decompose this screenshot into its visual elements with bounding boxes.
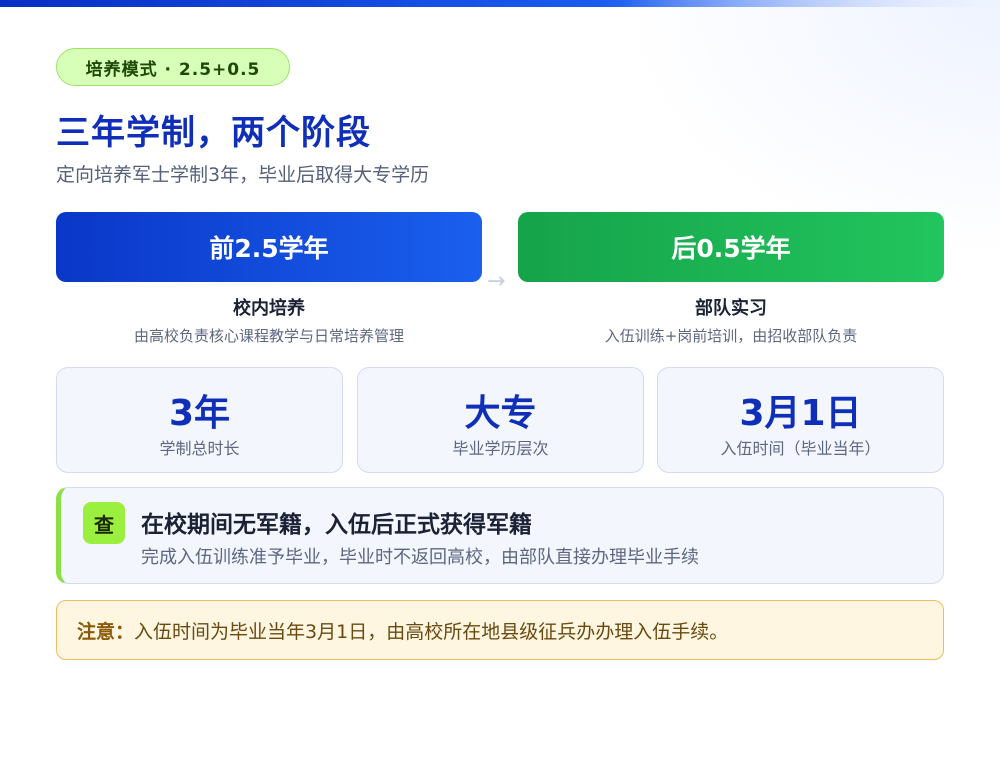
check-icon: 查 <box>83 502 125 544</box>
notice-label: 注意： <box>77 620 135 643</box>
phase-1-banner: 前2.5学年 <box>56 212 482 282</box>
notice-box: 注意： 入伍时间为毕业当年3月1日，由高校所在地县级征兵办办理入伍手续。 <box>56 600 944 660</box>
stat-value: 大专 <box>464 393 537 434</box>
callout-title: 在校期间无军籍，入伍后正式获得军籍 <box>141 512 532 538</box>
stat-label: 毕业学历层次 <box>452 439 549 458</box>
stat-label: 学制总时长 <box>159 439 240 458</box>
stat-value: 3年 <box>168 393 231 434</box>
page-title: 三年学制，两个阶段 <box>56 113 371 153</box>
notice-text: 入伍时间为毕业当年3月1日，由高校所在地县级征兵办办理入伍手续。 <box>134 620 729 643</box>
military-status-callout: 查 在校期间无军籍，入伍后正式获得军籍 完成入伍训练准予毕业，毕业时不返回高校，… <box>56 487 944 584</box>
page-subtitle: 定向培养军士学制3年，毕业后取得大专学历 <box>56 164 430 186</box>
stat-value: 3月1日 <box>739 393 862 434</box>
stat-label: 入伍时间（毕业当年） <box>720 439 881 458</box>
phase-1-heading: 校内培养 <box>233 298 305 319</box>
phase-1-description: 由高校负责核心课程教学与日常培养管理 <box>133 327 404 345</box>
stat-card-enlist-date: 3月1日 入伍时间（毕业当年） <box>657 367 944 473</box>
phase-2-heading: 部队实习 <box>695 298 767 319</box>
callout-description: 完成入伍训练准予毕业，毕业时不返回高校，由部队直接办理毕业手续 <box>141 547 699 568</box>
mode-badge: 培养模式 · 2.5+0.5 <box>56 48 290 86</box>
arrow-right-icon: → <box>487 269 506 294</box>
stat-card-degree: 大专 毕业学历层次 <box>357 367 644 473</box>
phase-2-banner: 后0.5学年 <box>518 212 944 282</box>
phase-2-description: 入伍训练+岗前培训，由招收部队负责 <box>604 327 858 345</box>
stat-card-duration: 3年 学制总时长 <box>56 367 343 473</box>
